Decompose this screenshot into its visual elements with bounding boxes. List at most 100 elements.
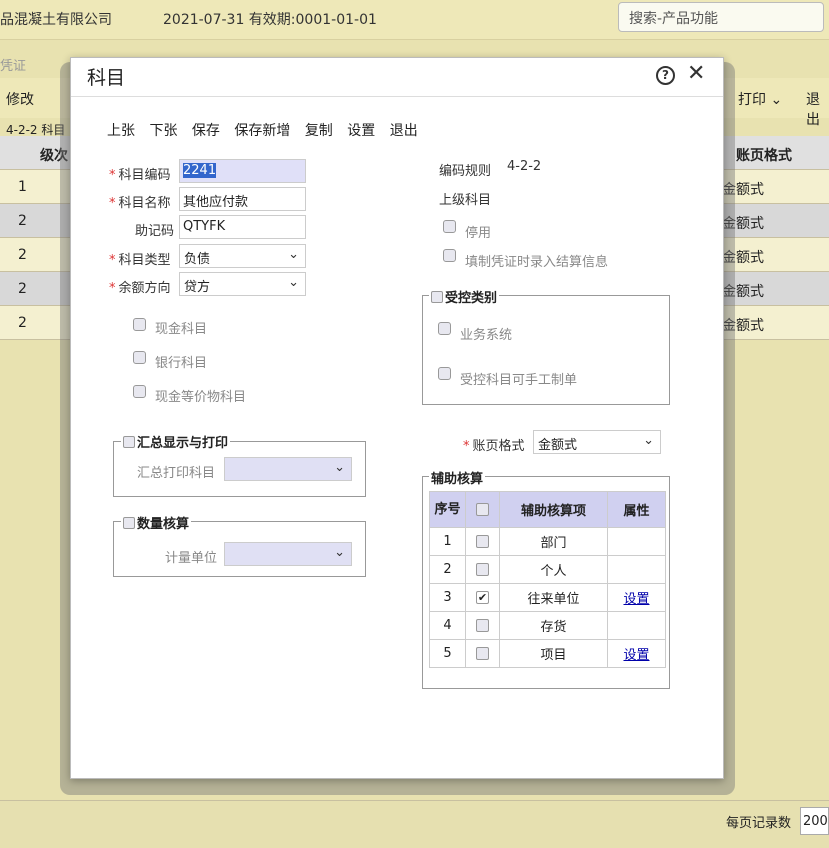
prev-button[interactable]: 上张: [107, 123, 135, 139]
ledger-format-header: 账页格式: [736, 148, 792, 164]
table-row[interactable]: 2 个人: [429, 555, 666, 584]
aux-checkbox: [476, 563, 489, 576]
aux-no: 1: [429, 527, 466, 556]
copy-button[interactable]: 复制: [305, 123, 333, 139]
summary-print-legend[interactable]: 汇总显示与打印: [121, 432, 231, 451]
unit-label: 计量单位: [165, 551, 218, 566]
aux-header-row: 序号 辅助核算项 属性: [429, 491, 666, 528]
disable-label: 停用: [465, 226, 492, 241]
cash-equivalent-checkbox[interactable]: [133, 385, 146, 398]
edit-button[interactable]: 修改: [6, 89, 34, 109]
code-value: 2241: [183, 163, 217, 178]
aux-checkbox: [476, 619, 489, 632]
aux-item: 往来单位: [499, 583, 608, 612]
row-level: 2: [18, 281, 27, 297]
chevron-down-icon: ⌄: [643, 433, 654, 448]
aux-item-header: 辅助核算项: [499, 491, 608, 528]
settlement-checkbox[interactable]: [443, 249, 456, 262]
code-input[interactable]: 2241: [179, 159, 306, 183]
type-label: * 科目类型: [109, 253, 171, 268]
save-new-button[interactable]: 保存新增: [234, 123, 290, 139]
aux-item: 项目: [499, 639, 608, 668]
pagination-bar: [0, 800, 829, 848]
disable-checkbox[interactable]: [443, 220, 456, 233]
row-level: 2: [18, 315, 27, 331]
quantity-legend[interactable]: 数量核算: [121, 513, 192, 532]
business-system-label: 业务系统: [460, 328, 513, 343]
summary-account-label: 汇总打印科目: [137, 466, 216, 481]
table-row[interactable]: 3 ✔ 往来单位 设置: [429, 583, 666, 612]
aux-attr: [607, 611, 666, 640]
manual-voucher-checkbox[interactable]: [438, 367, 451, 380]
bank-account-label: 银行科目: [155, 356, 208, 371]
settings-button[interactable]: 设置: [347, 123, 375, 139]
type-select[interactable]: 负债 ⌄: [179, 244, 306, 268]
per-page-input[interactable]: 200: [800, 807, 829, 835]
aux-checkbox: [476, 535, 489, 548]
ledger-format-select[interactable]: 金额式 ⌄: [533, 430, 661, 454]
next-button[interactable]: 下张: [149, 123, 177, 139]
name-label: * 科目名称: [109, 196, 171, 211]
help-icon[interactable]: ?: [656, 66, 675, 85]
save-button[interactable]: 保存: [192, 123, 220, 139]
controlled-legend[interactable]: 受控类别: [429, 287, 500, 306]
cash-account-checkbox[interactable]: [133, 318, 146, 331]
login-date: 2021-07-31 有效期:0001-01-01: [163, 12, 377, 28]
table-row[interactable]: 1 部门: [429, 527, 666, 556]
aux-attr-header: 属性: [607, 491, 666, 528]
row-level: 2: [18, 247, 27, 263]
aux-accounting-table: 序号 辅助核算项 属性 1 部门 2 个人 3 ✔ 往来单位 设置 4 存货 5…: [429, 491, 666, 668]
table-row[interactable]: 5 项目 设置: [429, 639, 666, 668]
chevron-down-icon: ⌄: [766, 92, 783, 108]
aux-checkbox-cell[interactable]: ✔: [465, 583, 500, 612]
aux-checkbox-cell[interactable]: [465, 527, 500, 556]
aux-checkbox-cell[interactable]: [465, 555, 500, 584]
chevron-down-icon: ⌄: [334, 545, 345, 560]
exit-button[interactable]: 退出: [390, 123, 418, 139]
aux-attr: [607, 527, 666, 556]
divider: [71, 96, 723, 97]
cash-account-label: 现金科目: [155, 322, 208, 337]
manual-voucher-label: 受控科目可手工制单: [460, 373, 578, 388]
chevron-down-icon: ⌄: [288, 247, 299, 262]
code-rule-value: 4-2-2: [507, 159, 542, 174]
dialog-title: 科目: [87, 67, 126, 89]
cash-equivalent-label: 现金等价物科目: [155, 390, 247, 405]
aux-no: 2: [429, 555, 466, 584]
table-row[interactable]: 4 存货: [429, 611, 666, 640]
aux-attr: [607, 555, 666, 584]
aux-no: 4: [429, 611, 466, 640]
ledger-format-label: * 账页格式: [463, 439, 525, 454]
summary-account-select[interactable]: ⌄: [224, 457, 352, 481]
aux-select-all[interactable]: [465, 491, 500, 528]
parent-account-label: 上级科目: [439, 193, 492, 208]
name-input[interactable]: 其他应付款: [179, 187, 306, 211]
print-label: 打印: [738, 92, 766, 108]
controlled-group: [422, 295, 670, 405]
mnemonic-input[interactable]: QTYFK: [179, 215, 306, 239]
voucher-tab[interactable]: 凭证: [0, 55, 26, 74]
aux-checkbox-cell[interactable]: [465, 639, 500, 668]
row-level: 1: [18, 179, 27, 195]
business-system-checkbox[interactable]: [438, 322, 451, 335]
bank-account-checkbox[interactable]: [133, 351, 146, 364]
aux-attr-link[interactable]: 设置: [607, 639, 666, 668]
exit-button[interactable]: 退出: [806, 89, 829, 129]
search-input[interactable]: 搜索-产品功能: [618, 2, 824, 32]
row-level: 2: [18, 213, 27, 229]
direction-select[interactable]: 贷方 ⌄: [179, 272, 306, 296]
aux-no: 5: [429, 639, 466, 668]
aux-no: 3: [429, 583, 466, 612]
aux-attr-link[interactable]: 设置: [607, 583, 666, 612]
aux-accounting-legend: 辅助核算: [429, 468, 486, 487]
code-rule-label: 编码规则: [439, 164, 492, 179]
aux-checkbox-cell[interactable]: [465, 611, 500, 640]
per-page-label: 每页记录数: [726, 816, 792, 831]
code-label: * 科目编码: [109, 168, 171, 183]
mnemonic-label: 助记码: [135, 224, 175, 239]
print-button[interactable]: 打印 ⌄: [738, 89, 782, 109]
unit-select[interactable]: ⌄: [224, 542, 352, 566]
close-icon[interactable]: ✕: [687, 61, 705, 86]
quantity-checkbox: [123, 517, 135, 529]
company-name: 品混凝土有限公司: [0, 12, 112, 28]
